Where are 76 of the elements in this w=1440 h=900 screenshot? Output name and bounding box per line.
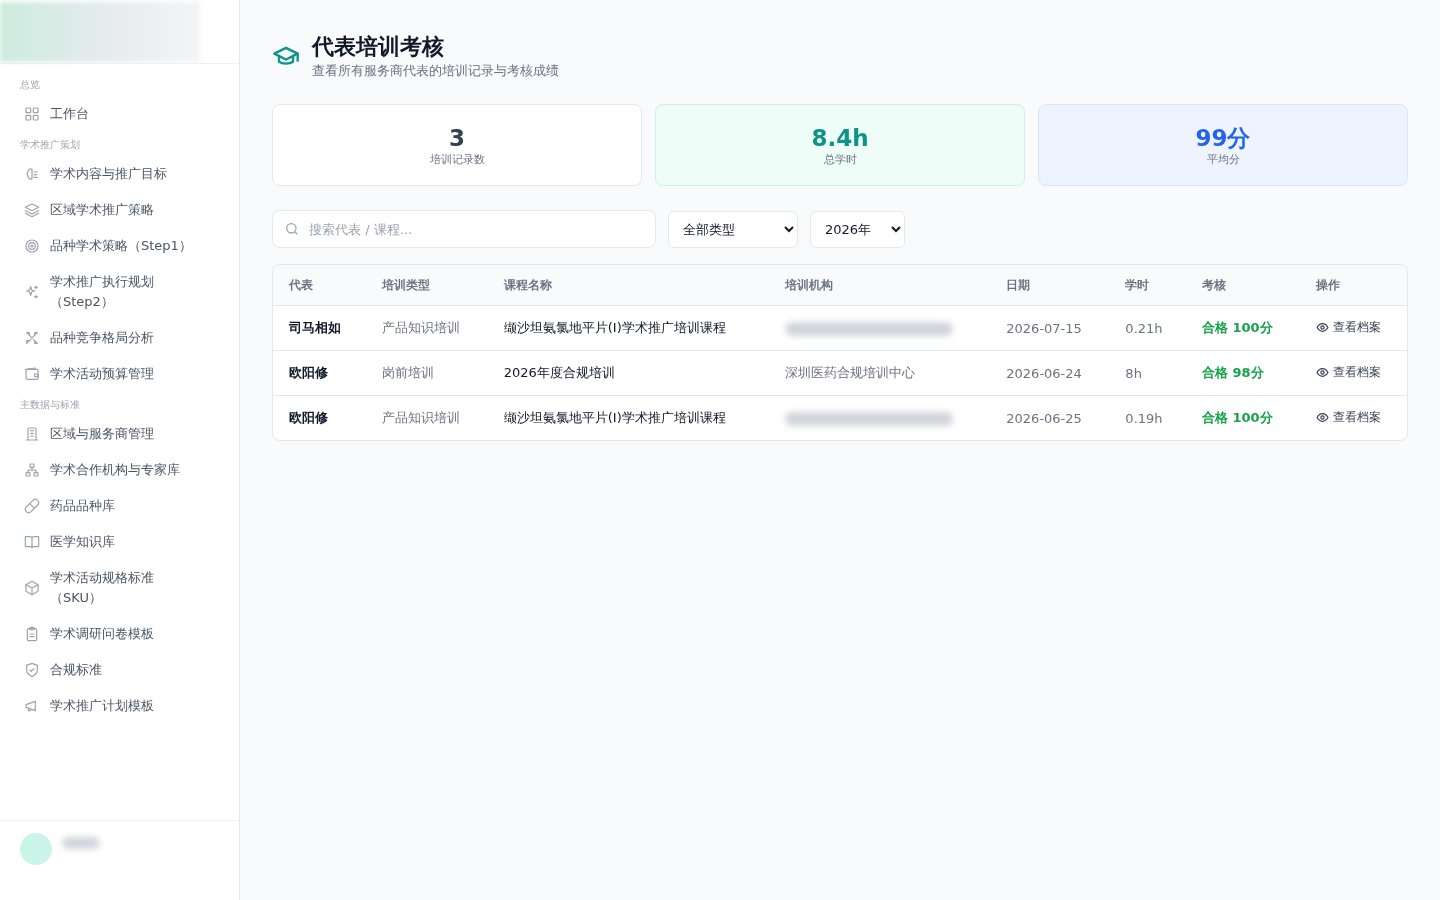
- view-profile-link[interactable]: 查看档案: [1315, 319, 1381, 335]
- table-cell: 产品知识培训: [366, 395, 488, 440]
- table-cell: 0.21h: [1109, 305, 1186, 351]
- view-profile-link[interactable]: 查看档案: [1315, 364, 1381, 380]
- nav-item[interactable]: 学术活动规格标准（SKU）: [0, 560, 239, 616]
- nav-item[interactable]: 区域与服务商管理: [0, 416, 239, 452]
- page-title: 代表培训考核: [312, 33, 445, 61]
- table-cell: 2026-06-25: [990, 395, 1110, 440]
- grid-icon: [24, 106, 40, 122]
- network-icon: [24, 462, 40, 478]
- stat-label: 培训记录数: [429, 151, 485, 167]
- page-subtitle: 查看所有服务商代表的培训记录与考核成绩: [312, 62, 559, 80]
- section-label: 总览: [19, 78, 41, 92]
- column-header: 代表: [273, 265, 366, 306]
- column-header: 培训类型: [366, 265, 488, 306]
- table-cell: 合格 98分: [1185, 350, 1300, 396]
- section-label: 学术推广策划: [19, 138, 81, 152]
- table-cell: 合格 100分: [1185, 305, 1300, 351]
- pill-icon: [24, 498, 40, 514]
- shield-check-icon: [24, 662, 40, 678]
- nav-item[interactable]: 药品品种库: [0, 488, 239, 524]
- table-cell: 欧阳修: [273, 395, 366, 440]
- blurred-user-name: [62, 837, 100, 849]
- table-cell: 2026-07-15: [990, 305, 1110, 351]
- section-label: 主数据与标准: [19, 398, 81, 412]
- view-profile-link[interactable]: 查看档案: [1315, 409, 1381, 425]
- stat-value: 8.4h: [811, 123, 869, 152]
- table-cell: 0.19h: [1109, 395, 1186, 440]
- nav-item[interactable]: 合规标准: [0, 652, 239, 688]
- target-icon: [24, 238, 40, 254]
- nav-item[interactable]: 学术活动预算管理: [0, 356, 239, 392]
- nav-item[interactable]: 学术合作机构与专家库: [0, 452, 239, 488]
- table-cell: 合格 100分: [1185, 395, 1300, 440]
- eye-icon: [1315, 410, 1329, 424]
- column-header: 日期: [990, 265, 1110, 306]
- table-cell: 岗前培训: [366, 350, 488, 396]
- stat-label: 总学时: [823, 151, 857, 167]
- table-cell: 缬沙坦氨氯地平片(Ⅰ)学术推广培训课程: [487, 305, 769, 351]
- column-header: 培训机构: [768, 265, 991, 306]
- nav-item[interactable]: 学术调研问卷模板: [0, 616, 239, 652]
- column-header: 学时: [1109, 265, 1186, 306]
- book-icon: [24, 534, 40, 550]
- table-cell: 缬沙坦氨氯地平片(Ⅰ)学术推广培训课程: [487, 395, 769, 440]
- box-icon: [24, 580, 40, 596]
- table-cell: 欧阳修: [273, 350, 366, 396]
- stat-value: 3: [449, 123, 465, 152]
- table-cell: 2026-06-24: [990, 350, 1110, 396]
- table-cell: 司马相如: [273, 305, 366, 351]
- column-header: 课程名称: [487, 265, 769, 306]
- eye-icon: [1315, 320, 1329, 334]
- nav-item[interactable]: 学术推广执行规划（Step2）: [0, 264, 239, 320]
- avatar: [20, 833, 52, 865]
- column-header: 操作: [1299, 265, 1407, 306]
- type-select[interactable]: 全部类型: [668, 210, 798, 248]
- layers-icon: [24, 202, 40, 218]
- sparkles-icon: [24, 284, 40, 300]
- building-icon: [24, 426, 40, 442]
- search-field[interactable]: 搜索代表 / 课程...: [272, 210, 656, 248]
- nav-item[interactable]: 工作台: [0, 96, 239, 132]
- nav-item[interactable]: 区域学术推广策略: [0, 192, 239, 228]
- nav-item[interactable]: 学术推广计划模板: [0, 688, 239, 724]
- nav-item[interactable]: 品种学术策略（Step1）: [0, 228, 239, 264]
- wallet-icon: [24, 366, 40, 382]
- year-select[interactable]: 2026年: [810, 210, 905, 248]
- nav-item[interactable]: 医学知识库: [0, 524, 239, 560]
- nav-item[interactable]: 学术内容与推广目标: [0, 156, 239, 192]
- table-cell: 深圳医药合规培训中心: [768, 350, 991, 396]
- column-header: 考核: [1185, 265, 1300, 306]
- stat-label: 平均分: [1206, 151, 1240, 167]
- stat-value: 99分: [1195, 123, 1251, 152]
- table-cell: 产品知识培训: [366, 305, 488, 351]
- nav-item[interactable]: 品种竞争格局分析: [0, 320, 239, 356]
- eye-icon: [1315, 365, 1329, 379]
- table-cell: 8h: [1109, 350, 1186, 396]
- clipboard-icon: [24, 626, 40, 642]
- table-cell: 2026年度合规培训: [487, 350, 769, 396]
